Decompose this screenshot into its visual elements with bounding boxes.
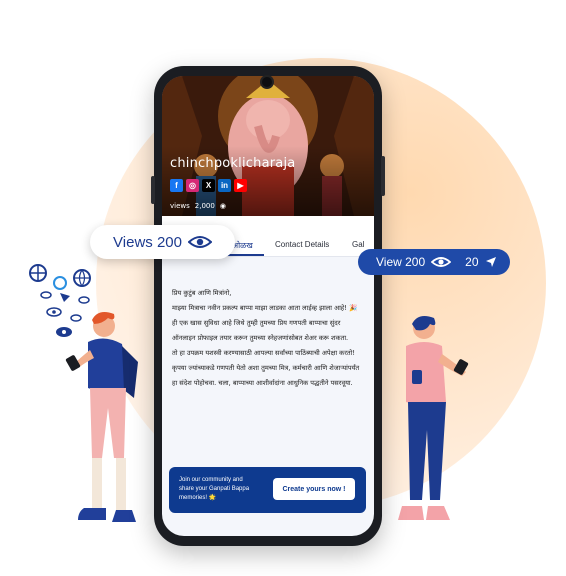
eye-icon: ◉ <box>219 202 226 210</box>
tab-contact-details[interactable]: Contact Details <box>275 240 329 249</box>
x-icon[interactable]: X <box>202 179 215 192</box>
profile-hero-image: chinchpoklicharaja f ◎ X in ▶ views 2,00… <box>162 76 374 216</box>
facebook-icon[interactable]: f <box>170 179 183 192</box>
views-badge: Views 200 <box>90 225 235 259</box>
community-banner-text: Join our community and share your Ganpat… <box>179 477 250 501</box>
tab-intro[interactable]: ओळख <box>232 240 253 251</box>
community-banner: Join our community and share your Ganpat… <box>169 467 366 513</box>
phone-screen: chinchpoklicharaja f ◎ X in ▶ views 2,00… <box>162 76 374 536</box>
tab-gallery[interactable]: Gal <box>352 240 364 249</box>
active-tab-indicator <box>226 254 264 256</box>
content-paragraph: प्रिय कुटुंब आणि मित्रांनो, <box>172 289 232 297</box>
content-paragraph: माझ्या मित्राचा नवीन प्रकल्प बाप्पा माझा… <box>172 304 358 342</box>
profile-views: views 2,000 ◉ <box>170 202 226 210</box>
stats-views: View 200 <box>376 255 426 269</box>
person-left-illustration <box>29 264 138 522</box>
content-paragraph: तो हा उपक्रम यशस्वी करण्यासाठी आपल्या सर… <box>172 349 360 387</box>
phone-power-button <box>381 156 385 196</box>
phone-volume-button <box>151 176 155 204</box>
youtube-icon[interactable]: ▶ <box>234 179 247 192</box>
views-count: 2,000 <box>194 202 215 210</box>
eye-icon <box>431 257 452 267</box>
stats-badge: View 200 20 <box>358 249 510 275</box>
profile-name: chinchpoklicharaja <box>170 156 296 171</box>
person-right-illustration <box>398 316 469 520</box>
intro-content: प्रिय कुटुंब आणि मित्रांनो, माझ्या मित्र… <box>172 286 364 391</box>
send-icon <box>485 257 496 267</box>
eye-icon <box>187 236 212 248</box>
phone-mockup: chinchpoklicharaja f ◎ X in ▶ views 2,00… <box>151 66 385 546</box>
linkedin-icon[interactable]: in <box>218 179 231 192</box>
stats-shares: 20 <box>465 255 479 269</box>
create-yours-button[interactable]: Create yours now ! <box>273 478 355 500</box>
instagram-icon[interactable]: ◎ <box>186 179 199 192</box>
front-camera <box>262 77 272 87</box>
views-badge-label: Views 200 <box>113 233 182 251</box>
floating-icons <box>29 264 91 337</box>
social-links: f ◎ X in ▶ <box>170 179 247 192</box>
views-label: views <box>170 202 190 210</box>
